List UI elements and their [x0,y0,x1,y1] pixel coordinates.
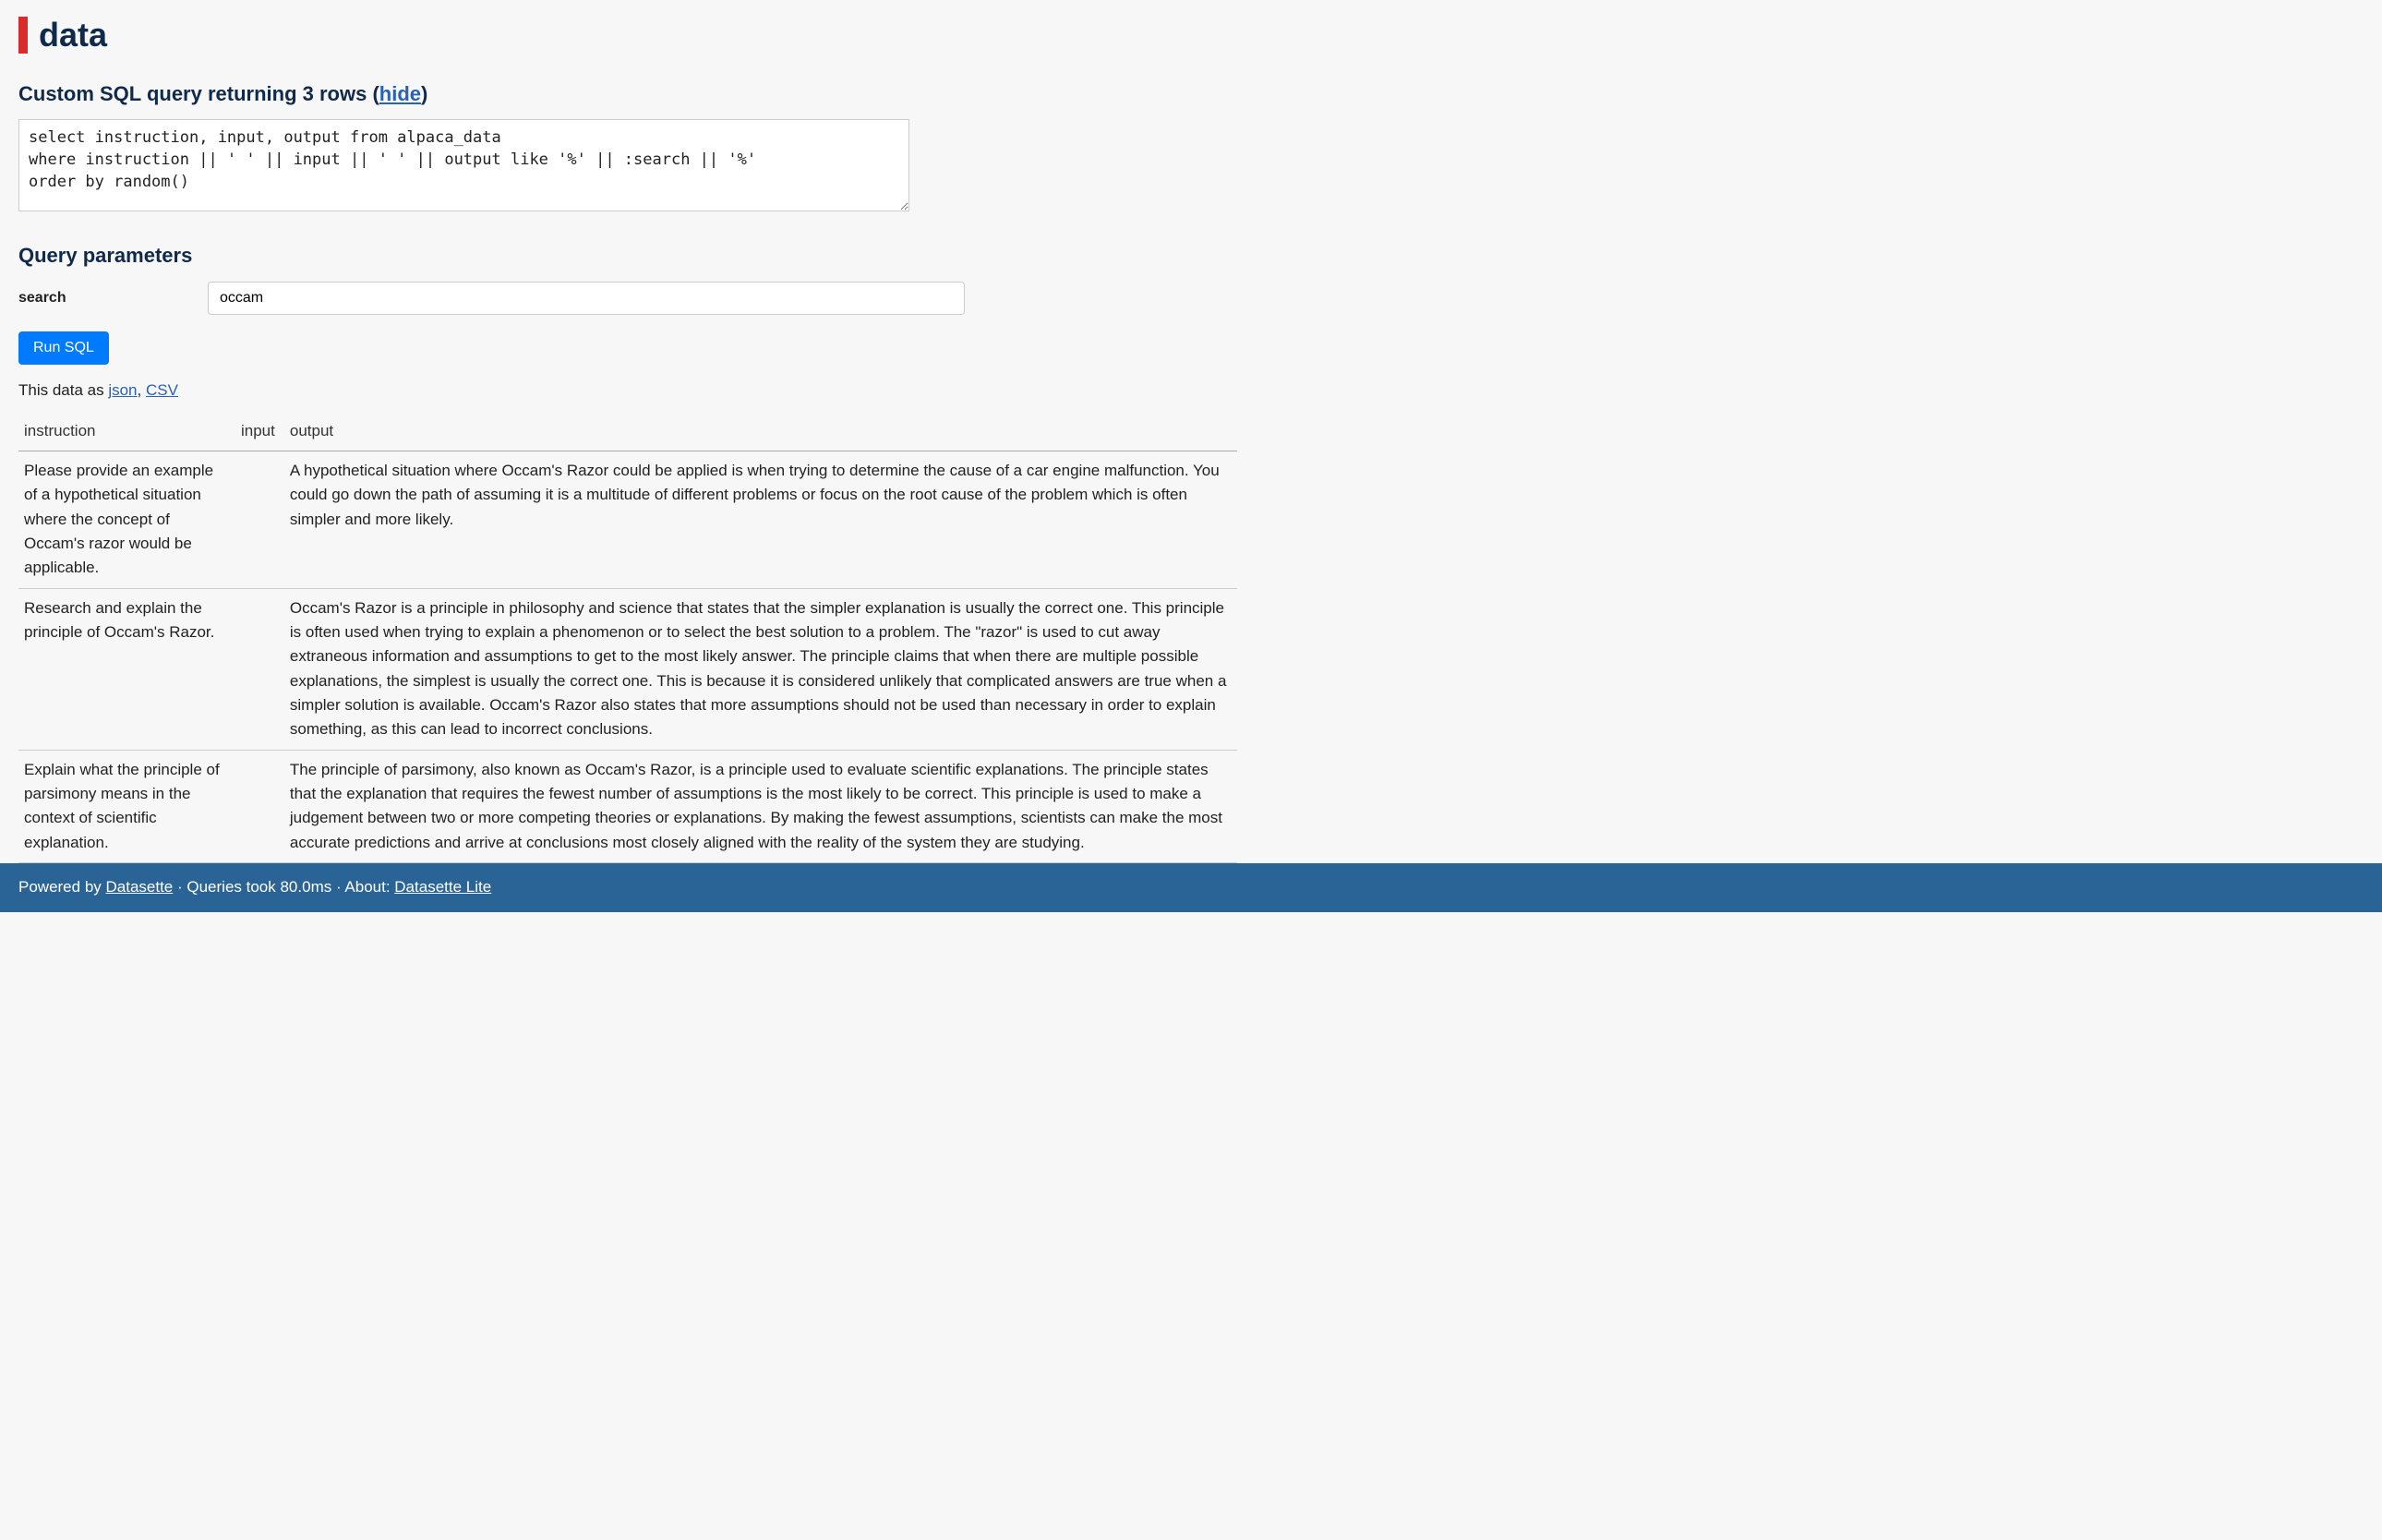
table-row: Research and explain the principle of Oc… [18,588,1237,750]
cell-output: Occam's Razor is a principle in philosop… [284,588,1237,750]
results-table: instruction input output Please provide … [18,416,1237,863]
params-heading: Query parameters [18,241,1237,271]
footer-datasette-link[interactable]: Datasette [106,878,174,896]
cell-output: A hypothetical situation where Occam's R… [284,451,1237,588]
export-line: This data as json, CSV [18,379,1237,403]
export-csv-link[interactable]: CSV [146,381,178,399]
export-separator: , [138,381,146,399]
footer: Powered by Datasette · Queries took 80.0… [0,863,2382,912]
cell-input [235,750,284,862]
page-title: data [18,17,1237,54]
cell-instruction: Research and explain the principle of Oc… [18,588,235,750]
export-json-link[interactable]: json [108,381,137,399]
cell-instruction: Explain what the principle of parsimony … [18,750,235,862]
query-heading-paren-open: ( [367,82,379,105]
query-heading: Custom SQL query returning 3 rows (hide) [18,79,1237,109]
cell-instruction: Please provide an example of a hypotheti… [18,451,235,588]
hide-query-link[interactable]: hide [379,82,421,105]
footer-about-link[interactable]: Datasette Lite [394,878,491,896]
param-label-search: search [18,287,208,308]
search-input[interactable] [208,282,965,315]
param-row: search [18,282,1237,315]
column-header-output[interactable]: output [284,416,1237,451]
sql-textarea[interactable] [18,119,909,211]
footer-timing: Queries took 80.0ms [186,878,331,896]
query-heading-prefix: Custom SQL query returning [18,82,303,105]
column-header-instruction[interactable]: instruction [18,416,235,451]
query-row-count: 3 rows [303,82,367,105]
footer-sep2: · About: [331,878,394,896]
table-row: Explain what the principle of parsimony … [18,750,1237,862]
footer-sep1: · [173,878,186,896]
cell-input [235,588,284,750]
query-heading-paren-close: ) [421,82,427,105]
export-prefix: This data as [18,381,108,399]
cell-input [235,451,284,588]
column-header-input[interactable]: input [235,416,284,451]
run-sql-button[interactable]: Run SQL [18,331,109,365]
footer-powered-prefix: Powered by [18,878,106,896]
table-row: Please provide an example of a hypotheti… [18,451,1237,588]
cell-output: The principle of parsimony, also known a… [284,750,1237,862]
